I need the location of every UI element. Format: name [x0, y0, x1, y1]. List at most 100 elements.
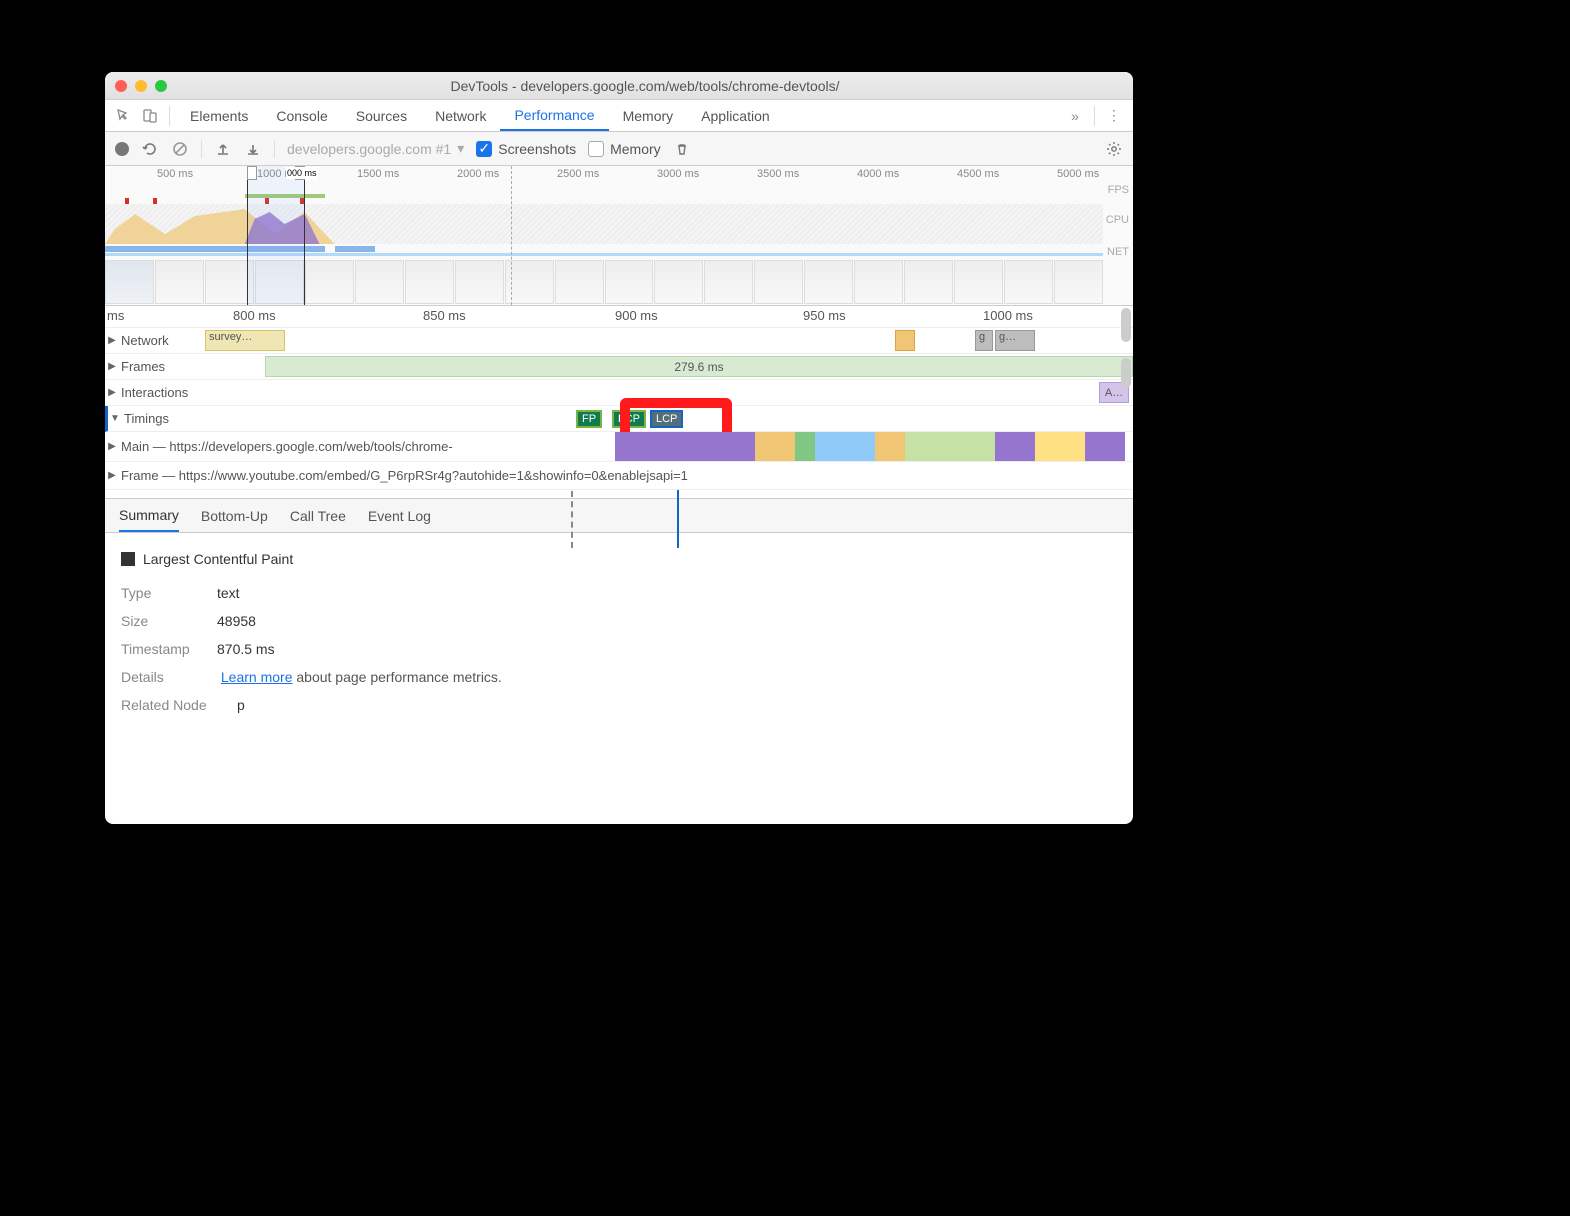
tab-application[interactable]: Application [687, 100, 784, 131]
inspect-icon[interactable] [111, 103, 137, 129]
row-label: Frames [119, 359, 165, 374]
main-flame[interactable] [615, 432, 1133, 461]
timing-lcp[interactable]: LCP [650, 410, 683, 428]
timing-fp[interactable]: FP [576, 410, 602, 428]
gear-icon[interactable] [1105, 140, 1123, 158]
summary-key: Timestamp [121, 635, 217, 663]
network-task[interactable]: survey… [205, 330, 285, 351]
summary-value: text [217, 585, 240, 601]
summary-key: Related Node [121, 691, 237, 719]
screenshots-toggle[interactable]: ✓ Screenshots [476, 141, 576, 157]
minimize-icon[interactable] [135, 80, 147, 92]
row-label: Interactions [119, 385, 188, 400]
overview-tick: 1500 ms [357, 168, 399, 180]
devtools-window: DevTools - developers.google.com/web/too… [105, 72, 1133, 824]
scrollbar-thumb[interactable] [1121, 358, 1131, 388]
frame-duration[interactable]: 279.6 ms [265, 356, 1133, 377]
ruler-tick: 800 ms [233, 308, 276, 323]
fps-label: FPS [1108, 184, 1129, 196]
tab-performance[interactable]: Performance [500, 100, 608, 131]
screenshots-label: Screenshots [498, 141, 576, 157]
checkbox-icon [588, 141, 604, 157]
overview-tick: 4500 ms [957, 168, 999, 180]
expand-icon[interactable]: ▶ [105, 441, 119, 452]
summary-panel: Largest Contentful Paint Typetext Size48… [105, 533, 1133, 731]
overview-tick: 5000 ms [1057, 168, 1099, 180]
related-node[interactable]: p [237, 697, 245, 713]
panel-tabs: Elements Console Sources Network Perform… [105, 100, 1133, 132]
summary-key: Type [121, 579, 217, 607]
memory-toggle[interactable]: Memory [588, 141, 661, 157]
row-timings[interactable]: ▼ Timings FP FCP LCP [105, 406, 1133, 432]
reload-icon[interactable] [141, 140, 159, 158]
detail-ruler: ms 800 ms 850 ms 900 ms 950 ms 1000 ms [105, 306, 1133, 328]
selection-handle-left[interactable] [247, 166, 257, 180]
device-icon[interactable] [137, 103, 163, 129]
summary-value: 48958 [217, 613, 256, 629]
traffic-lights [115, 80, 167, 92]
titlebar: DevTools - developers.google.com/web/too… [105, 72, 1133, 100]
row-frame-iframe[interactable]: ▶ Frame — https://www.youtube.com/embed/… [105, 462, 1133, 490]
learn-more-link[interactable]: Learn more [221, 669, 293, 685]
tab-memory[interactable]: Memory [609, 100, 688, 131]
row-label: Network [119, 333, 169, 348]
flamechart[interactable]: ms 800 ms 850 ms 900 ms 950 ms 1000 ms ▶… [105, 306, 1133, 499]
tab-network[interactable]: Network [421, 100, 500, 131]
expand-icon[interactable]: ▶ [105, 335, 119, 346]
expand-icon[interactable]: ▶ [105, 361, 119, 372]
ruler-tick: ms [107, 308, 124, 323]
kebab-icon[interactable]: ⋮ [1101, 103, 1127, 129]
tab-sources[interactable]: Sources [342, 100, 421, 131]
tab-summary[interactable]: Summary [119, 499, 179, 532]
tab-elements[interactable]: Elements [176, 100, 262, 131]
row-label: Frame — https://www.youtube.com/embed/G_… [119, 468, 688, 483]
row-label: Main — https://developers.google.com/web… [119, 439, 453, 454]
row-frames[interactable]: ▶ Frames 279.6 ms [105, 354, 1133, 380]
checkbox-checked-icon: ✓ [476, 141, 492, 157]
row-network[interactable]: ▶ Network survey… g g… [105, 328, 1133, 354]
details-tabs: Summary Bottom-Up Call Tree Event Log [105, 499, 1133, 533]
row-label: Timings [122, 411, 169, 426]
download-icon[interactable] [244, 140, 262, 158]
network-task[interactable]: g… [995, 330, 1035, 351]
ruler-tick: 1000 ms [983, 308, 1033, 323]
expand-icon[interactable]: ▶ [105, 387, 119, 398]
record-icon[interactable] [115, 142, 129, 156]
network-task[interactable] [895, 330, 915, 351]
tab-console[interactable]: Console [262, 100, 341, 131]
cpu-label: CPU [1106, 214, 1129, 226]
clear-icon[interactable] [171, 140, 189, 158]
summary-title: Largest Contentful Paint [143, 545, 293, 573]
network-task[interactable]: g [975, 330, 993, 351]
overview-tick: 2000 ms [457, 168, 499, 180]
upload-icon[interactable] [214, 140, 232, 158]
recording-dropdown[interactable]: developers.google.com #1 ▾ [287, 140, 464, 157]
expand-icon[interactable]: ▶ [105, 470, 119, 481]
memory-label: Memory [610, 141, 661, 157]
more-tabs-icon[interactable]: » [1062, 103, 1088, 129]
tab-call-tree[interactable]: Call Tree [290, 499, 346, 532]
overview-tick: 3000 ms [657, 168, 699, 180]
perf-toolbar: developers.google.com #1 ▾ ✓ Screenshots… [105, 132, 1133, 166]
collapse-icon[interactable]: ▼ [108, 413, 122, 424]
chevron-down-icon: ▾ [457, 140, 464, 157]
row-interactions[interactable]: ▶ Interactions A… [105, 380, 1133, 406]
overview-tick: 500 ms [157, 168, 193, 180]
lcp-swatch-icon [121, 552, 135, 566]
window-title: DevTools - developers.google.com/web/too… [167, 78, 1123, 94]
net-label: NET [1107, 246, 1129, 258]
summary-text: about page performance metrics. [292, 669, 501, 685]
timing-fcp[interactable]: FCP [612, 410, 646, 428]
tab-bottom-up[interactable]: Bottom-Up [201, 499, 268, 532]
row-main[interactable]: ▶ Main — https://developers.google.com/w… [105, 432, 1133, 462]
overview-tick: 3500 ms [757, 168, 799, 180]
maximize-icon[interactable] [155, 80, 167, 92]
summary-key: Details [121, 663, 217, 691]
scrollbar-thumb[interactable] [1121, 308, 1131, 342]
selection-handle-right[interactable]: 000 ms [295, 166, 305, 180]
overview-timeline[interactable]: 500 ms 1000 ms 1500 ms 2000 ms 2500 ms 3… [105, 166, 1133, 306]
trash-icon[interactable] [673, 140, 691, 158]
close-icon[interactable] [115, 80, 127, 92]
tab-event-log[interactable]: Event Log [368, 499, 431, 532]
overview-selection[interactable]: 000 ms [247, 166, 305, 305]
